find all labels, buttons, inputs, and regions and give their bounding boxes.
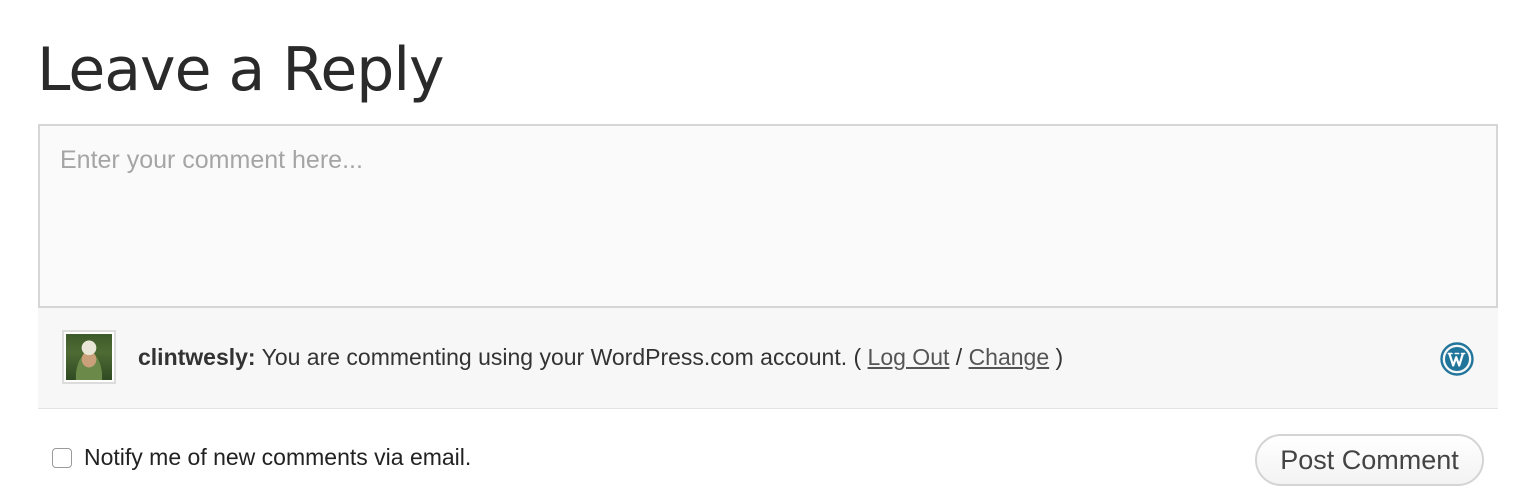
change-account-link[interactable]: Change (969, 344, 1050, 370)
notify-option[interactable]: Notify me of new comments via email. (52, 444, 471, 471)
identity-closing: ) (1049, 344, 1064, 370)
username: clintwesly: (138, 344, 256, 370)
comment-input[interactable] (38, 124, 1498, 308)
log-out-link[interactable]: Log Out (868, 344, 950, 370)
identity-text: clintwesly: You are commenting using you… (138, 340, 1063, 374)
avatar-image (66, 334, 112, 380)
page-title: Leave a Reply (37, 35, 445, 105)
notify-checkbox[interactable] (52, 447, 72, 468)
notify-label: Notify me of new comments via email. (84, 444, 472, 470)
post-comment-button[interactable]: Post Comment (1255, 434, 1484, 486)
avatar[interactable] (62, 330, 116, 384)
link-separator: / (949, 344, 969, 370)
commenter-identity-bar: clintwesly: You are commenting using you… (38, 308, 1498, 409)
identity-message: You are commenting using your WordPress.… (255, 344, 868, 370)
wordpress-logo-icon (1440, 342, 1474, 376)
